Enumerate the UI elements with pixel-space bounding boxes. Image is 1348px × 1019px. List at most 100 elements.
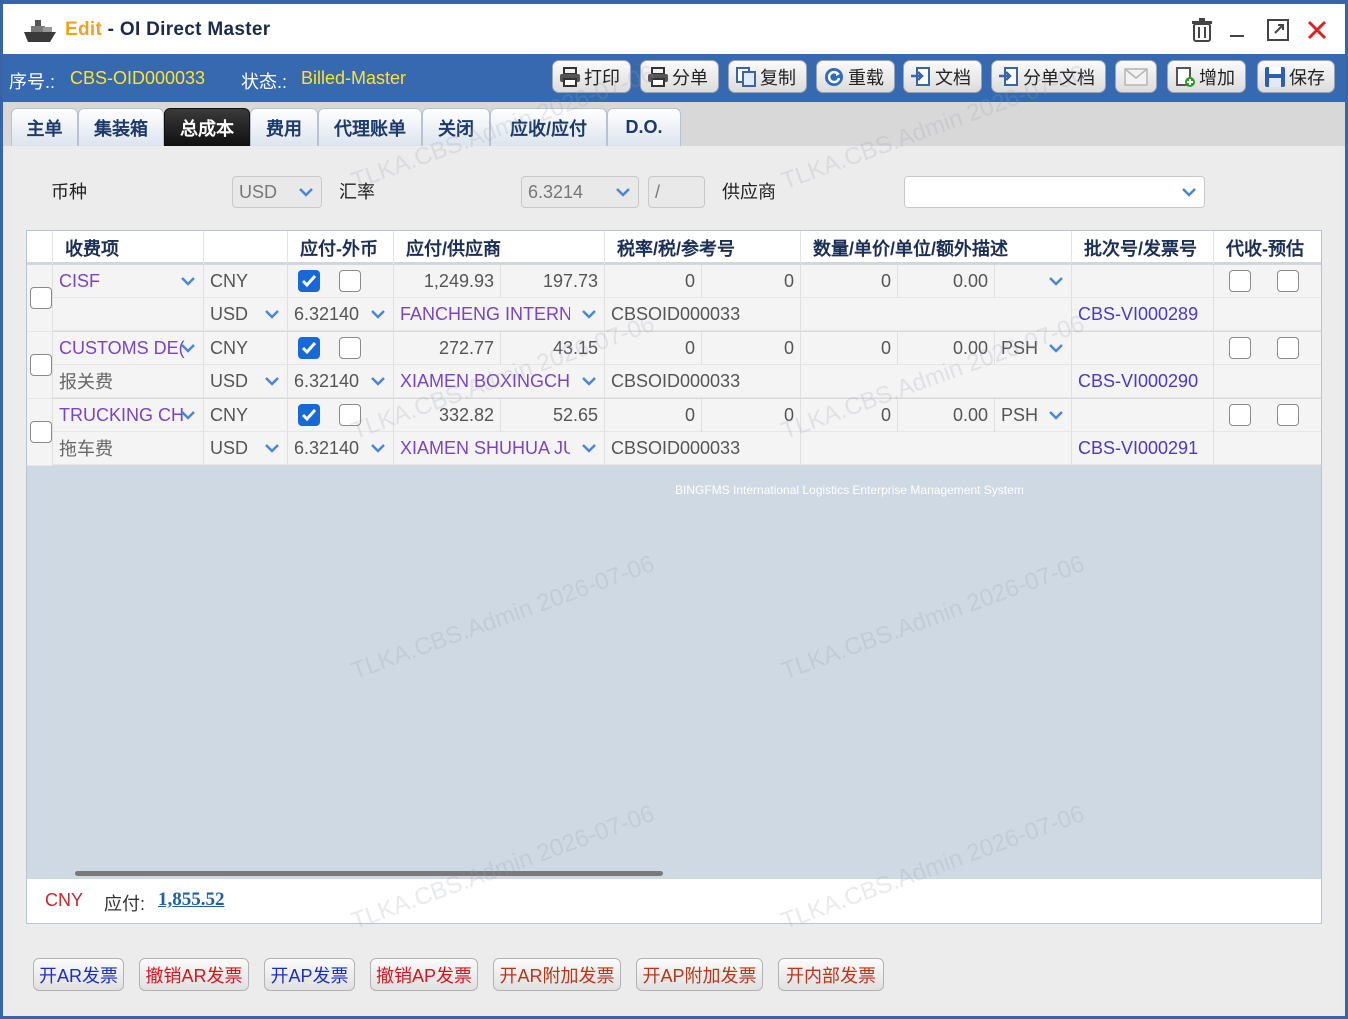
invoice-number-link[interactable]: CBS-VI000289	[1072, 298, 1214, 331]
cost-grid: 收费项 应付-外币 应付/供应商 税率/税/参考号 数量/单价/单位/额外描述 …	[26, 230, 1322, 924]
unit-price: 0.00	[898, 399, 995, 432]
currency-cell: CNY	[204, 399, 288, 432]
foreign-checkbox[interactable]	[298, 270, 320, 292]
foreign-flags-cell	[288, 399, 394, 432]
invoice-number-link[interactable]: CBS-VI000291	[1072, 432, 1214, 465]
foreign-currency-select[interactable]: USD	[204, 298, 288, 331]
tab-ar-ap[interactable]: 应收/应付	[490, 108, 607, 146]
charge-item-select[interactable]: CISF	[53, 265, 204, 298]
tax-rate: 0	[605, 265, 702, 298]
collect-checkbox[interactable]	[1229, 270, 1251, 292]
quantity: 0	[801, 399, 898, 432]
tax-amount: 0	[702, 265, 801, 298]
row-checkbox[interactable]	[30, 421, 52, 443]
supplier-name: XIAMEN BOXINGCHEI	[400, 370, 570, 391]
estimate-checkbox[interactable]	[1277, 404, 1299, 426]
secondary-checkbox[interactable]	[339, 270, 361, 292]
open-internal-invoice-button[interactable]: 开内部发票	[778, 958, 884, 991]
row-checkbox[interactable]	[30, 287, 52, 309]
tab-do[interactable]: D.O.	[607, 108, 681, 146]
maximize-icon[interactable]	[1264, 16, 1292, 44]
open-ap-invoice-button[interactable]: 开AP发票	[264, 958, 355, 991]
title-bar: Edit - OI Direct Master	[3, 4, 1345, 54]
collect-checkbox[interactable]	[1229, 404, 1251, 426]
split-docs-button[interactable]: 分单文档	[991, 60, 1106, 93]
supplier-select[interactable]: XIAMEN SHUHUA JUF	[394, 432, 605, 465]
reload-icon	[825, 67, 843, 86]
exchange-rate-select[interactable]: 6.32140	[288, 298, 394, 331]
exchange-rate-select[interactable]: 6.32140	[288, 365, 394, 398]
exchange-rate-value: 6.32140	[294, 303, 360, 324]
header-charge-item: 收费项	[53, 231, 204, 264]
currency-value: USD	[239, 181, 278, 202]
cancel-ap-invoice-button[interactable]: 撤销AP发票	[370, 958, 478, 991]
chevron-down-icon	[367, 304, 389, 324]
unit-select[interactable]: PSH	[995, 399, 1072, 432]
foreign-currency-value: USD	[210, 303, 249, 324]
tab-agent-bill[interactable]: 代理账单	[318, 108, 422, 146]
chevron-down-icon	[1045, 338, 1067, 358]
currency-select[interactable]: USD	[232, 176, 322, 208]
estimate-checkbox[interactable]	[1277, 337, 1299, 359]
tab-close[interactable]: 关闭	[422, 108, 490, 146]
rate-divisor-field[interactable]: /	[648, 176, 705, 208]
rate-select[interactable]: 6.3214	[521, 176, 639, 208]
tab-charges[interactable]: 费用	[250, 108, 318, 146]
secondary-checkbox[interactable]	[339, 404, 361, 426]
docs-button[interactable]: 文档	[903, 60, 982, 93]
batch-number	[1072, 265, 1214, 298]
reference-number: CBSOID000033	[605, 298, 801, 331]
foreign-currency-select[interactable]: USD	[204, 432, 288, 465]
table-row: CUSTOMS DE( 报关费 CNY USD 6.32140 272.77 4…	[27, 332, 1321, 399]
estimate-checkbox[interactable]	[1277, 270, 1299, 292]
open-ap-extra-invoice-button[interactable]: 开AP附加发票	[636, 958, 763, 991]
cancel-ar-invoice-button[interactable]: 撤销AR发票	[139, 958, 249, 991]
add-button[interactable]: 增加	[1167, 60, 1246, 93]
unit-select[interactable]	[995, 265, 1072, 298]
tab-master[interactable]: 主单	[11, 108, 78, 146]
system-caption: BINGFMS International Logistics Enterpri…	[675, 483, 1024, 497]
exchange-rate-value: 6.32140	[294, 437, 360, 458]
exchange-rate-select[interactable]: 6.32140	[288, 432, 394, 465]
quantity: 0	[801, 265, 898, 298]
trash-icon[interactable]	[1188, 16, 1216, 44]
close-icon[interactable]	[1303, 16, 1331, 44]
open-ar-invoice-button[interactable]: 开AR发票	[33, 958, 124, 991]
charge-item-select[interactable]: TRUCKING CH	[53, 399, 204, 432]
charge-item-select[interactable]: CUSTOMS DE(	[53, 332, 204, 365]
secondary-checkbox[interactable]	[339, 337, 361, 359]
charge-item-desc: 拖车费	[53, 432, 204, 465]
chevron-down-icon	[578, 371, 600, 391]
split-button[interactable]: 分单	[640, 60, 719, 93]
foreign-checkbox[interactable]	[298, 404, 320, 426]
foreign-currency-select[interactable]: USD	[204, 365, 288, 398]
payable-total-link[interactable]: 1,855.52	[158, 889, 225, 911]
supplier-select[interactable]	[904, 176, 1205, 208]
foreign-checkbox[interactable]	[298, 337, 320, 359]
horizontal-scrollbar[interactable]	[75, 871, 663, 876]
minimize-icon[interactable]	[1223, 16, 1251, 44]
grid-header: 收费项 应付-外币 应付/供应商 税率/税/参考号 数量/单价/单位/额外描述 …	[27, 231, 1321, 264]
title-mode: Edit	[65, 19, 103, 40]
invoice-number-link[interactable]: CBS-VI000290	[1072, 365, 1214, 398]
print-label: 打印	[584, 67, 620, 88]
reference-number: CBSOID000033	[605, 365, 801, 398]
unit-value: PSH	[1001, 404, 1039, 425]
collect-estimate-blank	[1214, 298, 1321, 331]
rate-separator: /	[655, 181, 661, 202]
reload-button[interactable]: 重载	[816, 60, 895, 93]
row-checkbox[interactable]	[30, 354, 52, 376]
collect-checkbox[interactable]	[1229, 337, 1251, 359]
supplier-select[interactable]: FANCHENG INTERNAT	[394, 298, 605, 331]
open-ar-extra-invoice-button[interactable]: 开AR附加发票	[493, 958, 621, 991]
copy-button[interactable]: 复制	[728, 60, 807, 93]
chevron-down-icon	[608, 177, 638, 207]
supplier-select[interactable]: XIAMEN BOXINGCHEI	[394, 365, 605, 398]
email-button[interactable]	[1115, 60, 1157, 93]
save-button[interactable]: 保存	[1257, 60, 1335, 93]
ship-icon	[24, 20, 56, 42]
tab-total-cost[interactable]: 总成本	[164, 108, 250, 146]
print-button[interactable]: 打印	[552, 60, 631, 93]
tab-containers[interactable]: 集装箱	[78, 108, 164, 146]
unit-select[interactable]: PSH	[995, 332, 1072, 365]
